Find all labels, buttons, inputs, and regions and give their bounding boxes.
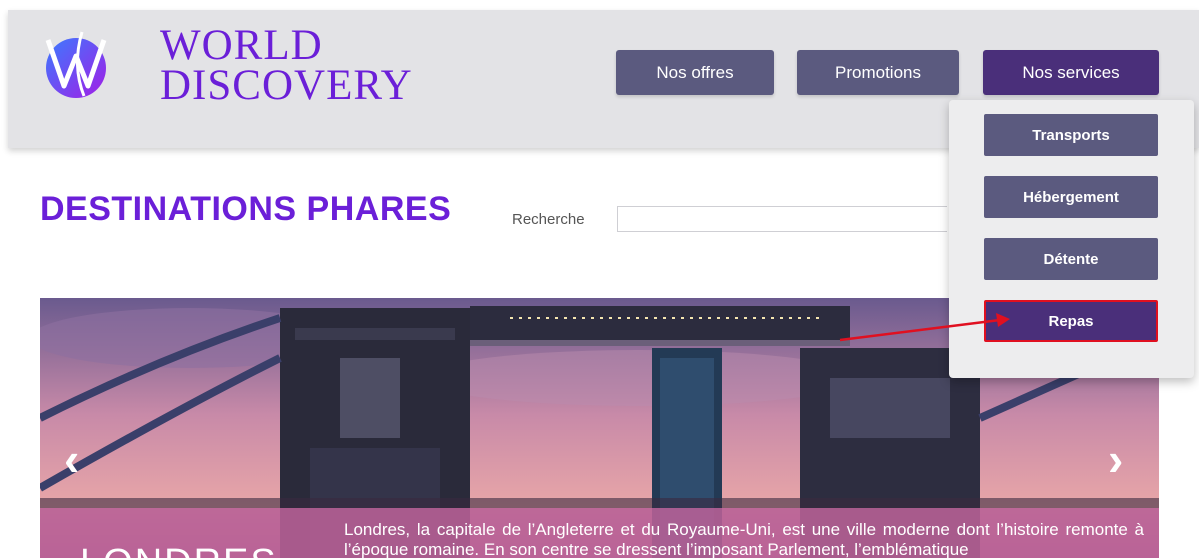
dropdown-item-hebergement[interactable]: Hébergement [984, 176, 1158, 218]
nav-promotions-button[interactable]: Promotions [797, 50, 959, 95]
brand-line-2: DISCOVERY [160, 62, 413, 109]
hero-city-name: LONDRES [80, 542, 278, 558]
dropdown-item-detente[interactable]: Détente [984, 238, 1158, 280]
page-title: DESTINATIONS PHARES [40, 190, 452, 228]
hero-caption: LONDRES Londres, la capitale de l’Anglet… [40, 508, 1159, 558]
search-input[interactable] [617, 206, 947, 232]
dropdown-item-repas[interactable]: Repas [984, 300, 1158, 342]
services-dropdown-menu: Transports Hébergement Détente Repas [949, 100, 1194, 378]
nav-services-button[interactable]: Nos services [983, 50, 1159, 95]
dropdown-item-transports[interactable]: Transports [984, 114, 1158, 156]
brand-line-1: WORLD [160, 22, 323, 69]
search-label: Recherche [512, 211, 585, 228]
carousel-next-arrow[interactable]: › [1108, 436, 1123, 482]
nav-offers-button[interactable]: Nos offres [616, 50, 774, 95]
carousel-prev-arrow[interactable]: ‹ [64, 436, 79, 482]
brand-name: WORLD DISCOVERY [160, 22, 413, 109]
hero-description: Londres, la capitale de l’Angleterre et … [344, 520, 1144, 558]
world-discovery-logo[interactable] [42, 26, 110, 102]
